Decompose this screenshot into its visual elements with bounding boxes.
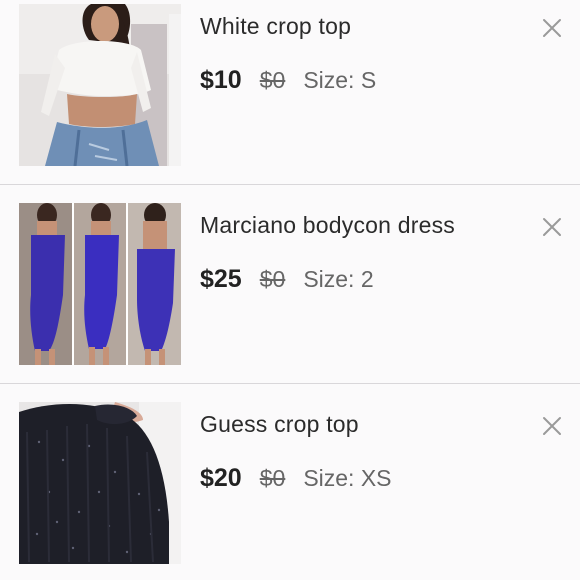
- item-thumbnail[interactable]: [19, 4, 181, 166]
- item-size: Size: 2: [303, 266, 374, 292]
- blue-bodycon-dress-photo-icon: [19, 203, 181, 365]
- item-thumbnail[interactable]: [19, 402, 181, 564]
- price-line: $20 $0 Size: XS: [200, 464, 392, 493]
- close-icon: [543, 218, 561, 236]
- price-line: $10 $0 Size: S: [200, 66, 376, 95]
- item-size: Size: S: [303, 67, 377, 93]
- item-title[interactable]: White crop top: [200, 13, 351, 40]
- bundle-item-list: White crop top $10 $0 Size: S Marciano b…: [0, 0, 580, 580]
- white-crop-top-photo-icon: [19, 4, 181, 166]
- item-size: Size: XS: [303, 465, 392, 491]
- item-price: $20: [200, 464, 242, 492]
- item-title[interactable]: Guess crop top: [200, 411, 359, 438]
- original-price: $0: [259, 266, 286, 292]
- remove-item-button[interactable]: [540, 16, 564, 40]
- item-price: $25: [200, 265, 242, 293]
- list-item[interactable]: Marciano bodycon dress $25 $0 Size: 2: [0, 185, 580, 383]
- item-title[interactable]: Marciano bodycon dress: [200, 212, 455, 239]
- list-item[interactable]: Guess crop top $20 $0 Size: XS: [0, 384, 580, 580]
- remove-item-button[interactable]: [540, 414, 564, 438]
- original-price: $0: [259, 465, 286, 491]
- remove-item-button[interactable]: [540, 215, 564, 239]
- item-thumbnail[interactable]: [19, 203, 181, 365]
- item-price: $10: [200, 66, 242, 94]
- price-line: $25 $0 Size: 2: [200, 265, 374, 294]
- close-icon: [543, 19, 561, 37]
- list-item[interactable]: White crop top $10 $0 Size: S: [0, 0, 580, 184]
- close-icon: [543, 417, 561, 435]
- original-price: $0: [259, 67, 286, 93]
- black-knit-crop-top-photo-icon: [19, 402, 181, 564]
